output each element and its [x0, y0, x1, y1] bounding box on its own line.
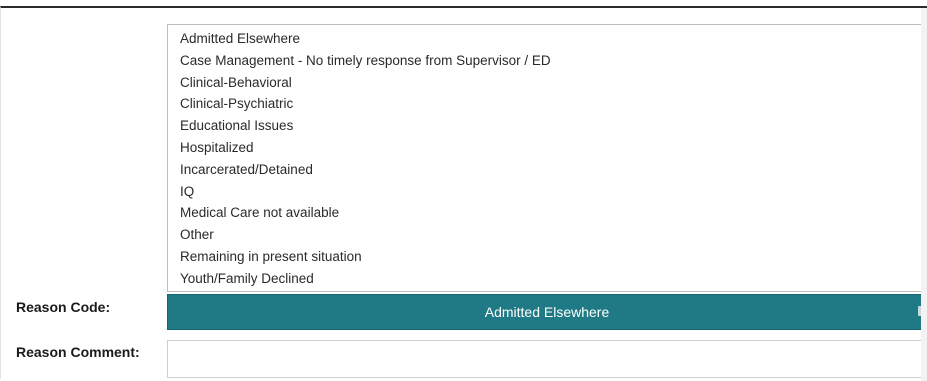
dropdown-option-admitted-elsewhere[interactable]: Admitted Elsewhere [168, 28, 926, 50]
reason-comment-input[interactable] [167, 340, 927, 378]
reason-code-dropdown-list[interactable]: Admitted Elsewhere Case Management - No … [167, 24, 927, 292]
dropdown-option-hospitalized[interactable]: Hospitalized [168, 137, 926, 159]
dropdown-option-clinical-psychiatric[interactable]: Clinical-Psychiatric [168, 93, 926, 115]
dropdown-option-educational-issues[interactable]: Educational Issues [168, 115, 926, 137]
dropdown-option-iq[interactable]: IQ [168, 181, 926, 203]
reason-comment-label: Reason Comment: [16, 344, 140, 360]
reason-code-label: Reason Code: [16, 299, 111, 315]
reason-code-select[interactable]: Admitted Elsewhere [167, 294, 927, 330]
dropdown-option-medical-care-not-available[interactable]: Medical Care not available [168, 202, 926, 224]
dropdown-option-other[interactable]: Other [168, 224, 926, 246]
dropdown-option-youth-family-declined[interactable]: Youth/Family Declined [168, 268, 926, 290]
dropdown-option-remaining-in-present-situation[interactable]: Remaining in present situation [168, 246, 926, 268]
dropdown-option-clinical-behavioral[interactable]: Clinical-Behavioral [168, 72, 926, 94]
reason-code-selected-value: Admitted Elsewhere [484, 304, 610, 320]
form-panel: Admitted Elsewhere Case Management - No … [0, 6, 927, 381]
right-edge-strip [921, 8, 927, 381]
dropdown-option-incarcerated-detained[interactable]: Incarcerated/Detained [168, 159, 926, 181]
dropdown-option-case-management[interactable]: Case Management - No timely response fro… [168, 50, 926, 72]
